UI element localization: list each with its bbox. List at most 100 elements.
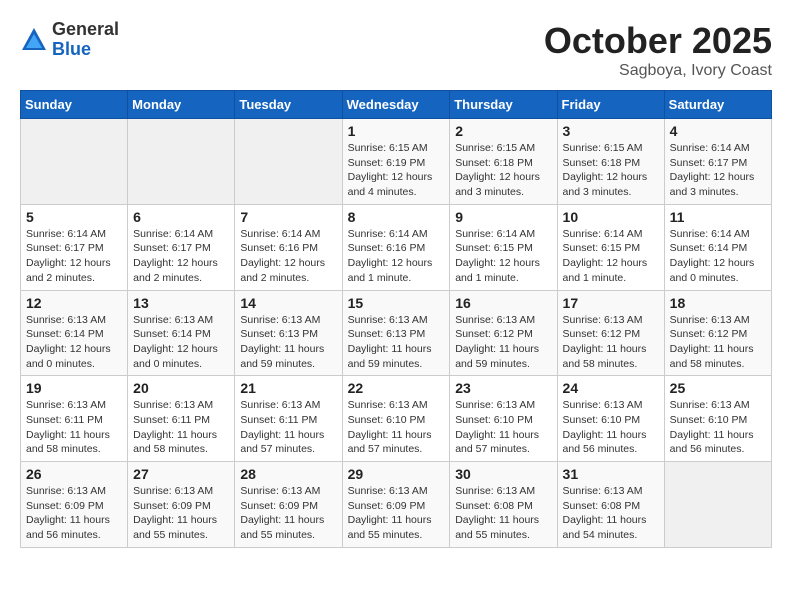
page-header: General Blue October 2025 Sagboya, Ivory… [20,20,772,80]
day-info: Sunrise: 6:13 AMSunset: 6:09 PMDaylight:… [240,484,336,543]
header-day-tuesday: Tuesday [235,91,342,119]
day-info: Sunrise: 6:13 AMSunset: 6:12 PMDaylight:… [455,313,551,372]
logo: General Blue [20,20,119,60]
calendar-cell: 8 Sunrise: 6:14 AMSunset: 6:16 PMDaylight… [342,204,450,290]
calendar-cell: 5Sunrise: 6:14 AMSunset: 6:17 PMDaylight… [21,204,128,290]
calendar-cell: 3 Sunrise: 6:15 AMSunset: 6:18 PMDaylight… [557,119,664,205]
calendar-cell: 20 Sunrise: 6:13 AMSunset: 6:11 PMDayligh… [128,376,235,462]
day-number: 12 [26,295,122,311]
day-info: Sunrise: 6:15 AMSunset: 6:18 PMDaylight:… [563,141,659,200]
day-info: Sunrise: 6:13 AMSunset: 6:10 PMDaylight:… [348,398,445,457]
calendar-cell: 28 Sunrise: 6:13 AMSunset: 6:09 PMDayligh… [235,462,342,548]
calendar-cell: 24Sunrise: 6:13 AMSunset: 6:10 PMDayligh… [557,376,664,462]
day-info: Sunrise: 6:14 AMSunset: 6:17 PMDaylight:… [670,141,766,200]
calendar-cell: 4 Sunrise: 6:14 AMSunset: 6:17 PMDaylight… [664,119,771,205]
day-info: Sunrise: 6:13 AMSunset: 6:14 PMDaylight:… [26,313,122,372]
day-info: Sunrise: 6:14 AMSunset: 6:16 PMDaylight:… [348,227,445,286]
day-number: 21 [240,380,336,396]
day-info: Sunrise: 6:13 AMSunset: 6:12 PMDaylight:… [563,313,659,372]
day-info: Sunrise: 6:15 AMSunset: 6:18 PMDaylight:… [455,141,551,200]
day-number: 26 [26,466,122,482]
calendar-week-5: 26 Sunrise: 6:13 AMSunset: 6:09 PMDayligh… [21,462,772,548]
day-number: 17 [563,295,659,311]
calendar-cell: 30 Sunrise: 6:13 AMSunset: 6:08 PMDayligh… [450,462,557,548]
day-number: 20 [133,380,229,396]
calendar-cell: 17 Sunrise: 6:13 AMSunset: 6:12 PMDayligh… [557,290,664,376]
header-day-sunday: Sunday [21,91,128,119]
calendar-cell [128,119,235,205]
calendar-cell [235,119,342,205]
day-info: Sunrise: 6:13 AMSunset: 6:13 PMDaylight:… [240,313,336,372]
calendar-cell: 25 Sunrise: 6:13 AMSunset: 6:10 PMDayligh… [664,376,771,462]
calendar-cell: 12 Sunrise: 6:13 AMSunset: 6:14 PMDayligh… [21,290,128,376]
calendar-table: SundayMondayTuesdayWednesdayThursdayFrid… [20,90,772,548]
header-day-saturday: Saturday [664,91,771,119]
day-info: Sunrise: 6:13 AMSunset: 6:12 PMDaylight:… [670,313,766,372]
day-info: Sunrise: 6:13 AMSunset: 6:10 PMDaylight:… [670,398,766,457]
day-info: Sunrise: 6:13 AMSunset: 6:10 PMDaylight:… [455,398,551,457]
day-number: 27 [133,466,229,482]
calendar-cell: 23 Sunrise: 6:13 AMSunset: 6:10 PMDayligh… [450,376,557,462]
calendar-cell: 18Sunrise: 6:13 AMSunset: 6:12 PMDayligh… [664,290,771,376]
header-day-wednesday: Wednesday [342,91,450,119]
day-info: Sunrise: 6:15 AMSunset: 6:19 PMDaylight:… [348,141,445,200]
day-info: Sunrise: 6:14 AMSunset: 6:17 PMDaylight:… [133,227,229,286]
day-info: Sunrise: 6:13 AMSunset: 6:08 PMDaylight:… [563,484,659,543]
calendar-cell: 15Sunrise: 6:13 AMSunset: 6:13 PMDayligh… [342,290,450,376]
logo-blue-text: Blue [52,40,119,60]
day-info: Sunrise: 6:13 AMSunset: 6:09 PMDaylight:… [348,484,445,543]
day-info: Sunrise: 6:14 AMSunset: 6:15 PMDaylight:… [563,227,659,286]
day-info: Sunrise: 6:14 AMSunset: 6:15 PMDaylight:… [455,227,551,286]
day-number: 8 [348,209,445,225]
header-day-thursday: Thursday [450,91,557,119]
calendar-body: 1 Sunrise: 6:15 AMSunset: 6:19 PMDaylight… [21,119,772,548]
calendar-cell: 6 Sunrise: 6:14 AMSunset: 6:17 PMDaylight… [128,204,235,290]
day-info: Sunrise: 6:13 AMSunset: 6:08 PMDaylight:… [455,484,551,543]
calendar-cell [21,119,128,205]
day-number: 3 [563,123,659,139]
day-number: 25 [670,380,766,396]
day-number: 23 [455,380,551,396]
calendar-cell: 29Sunrise: 6:13 AMSunset: 6:09 PMDayligh… [342,462,450,548]
day-number: 30 [455,466,551,482]
month-title: October 2025 [544,20,772,62]
calendar-week-2: 5 Sunrise: 6:14 AMSunset: 6:17 PMDaylight… [21,204,772,290]
day-number: 10 [563,209,659,225]
day-number: 5 [26,209,122,225]
day-number: 1 [348,123,445,139]
day-number: 11 [670,209,766,225]
day-number: 4 [670,123,766,139]
location-subtitle: Sagboya, Ivory Coast [544,62,772,80]
header-day-monday: Monday [128,91,235,119]
calendar-cell [664,462,771,548]
calendar-cell: 22 Sunrise: 6:13 AMSunset: 6:10 PMDayligh… [342,376,450,462]
calendar-week-4: 19 Sunrise: 6:13 AMSunset: 6:11 PMDayligh… [21,376,772,462]
day-number: 2 [455,123,551,139]
day-number: 16 [455,295,551,311]
calendar-cell: 7Sunrise: 6:14 AMSunset: 6:16 PMDaylight… [235,204,342,290]
day-number: 9 [455,209,551,225]
logo-text: General Blue [52,20,119,60]
calendar-week-3: 12 Sunrise: 6:13 AMSunset: 6:14 PMDayligh… [21,290,772,376]
calendar-cell: 13Sunrise: 6:13 AMSunset: 6:14 PMDayligh… [128,290,235,376]
calendar-week-1: 1 Sunrise: 6:15 AMSunset: 6:19 PMDaylight… [21,119,772,205]
calendar-cell: 27 Sunrise: 6:13 AMSunset: 6:09 PMDayligh… [128,462,235,548]
day-info: Sunrise: 6:13 AMSunset: 6:09 PMDaylight:… [133,484,229,543]
day-info: Sunrise: 6:13 AMSunset: 6:11 PMDaylight:… [133,398,229,457]
day-number: 31 [563,466,659,482]
calendar-cell: 31 Sunrise: 6:13 AMSunset: 6:08 PMDayligh… [557,462,664,548]
calendar-cell: 16 Sunrise: 6:13 AMSunset: 6:12 PMDayligh… [450,290,557,376]
header-row: SundayMondayTuesdayWednesdayThursdayFrid… [21,91,772,119]
calendar-cell: 19Sunrise: 6:13 AMSunset: 6:11 PMDayligh… [21,376,128,462]
day-number: 14 [240,295,336,311]
calendar-cell: 11Sunrise: 6:14 AMSunset: 6:14 PMDayligh… [664,204,771,290]
day-number: 19 [26,380,122,396]
day-info: Sunrise: 6:13 AMSunset: 6:13 PMDaylight:… [348,313,445,372]
day-number: 22 [348,380,445,396]
day-number: 6 [133,209,229,225]
calendar-cell: 9 Sunrise: 6:14 AMSunset: 6:15 PMDaylight… [450,204,557,290]
logo-general-text: General [52,20,119,40]
calendar-cell: 14 Sunrise: 6:13 AMSunset: 6:13 PMDayligh… [235,290,342,376]
calendar-header: SundayMondayTuesdayWednesdayThursdayFrid… [21,91,772,119]
day-number: 28 [240,466,336,482]
